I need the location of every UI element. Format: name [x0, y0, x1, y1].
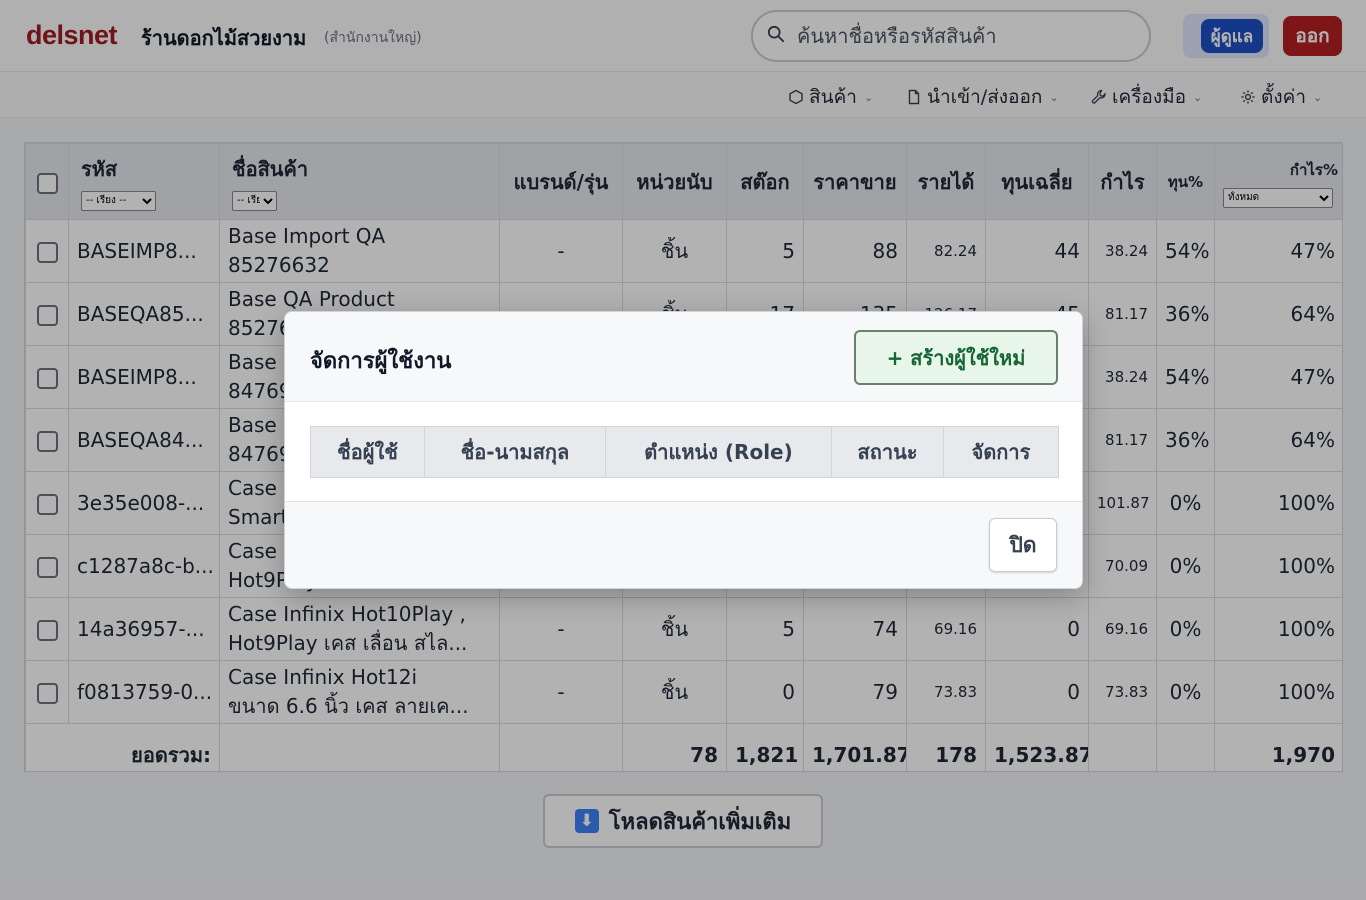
create-user-button[interactable]: + สร้างผู้ใช้ใหม่	[854, 330, 1058, 385]
users-header-row: ชื่อผู้ใช้ ชื่อ-นามสกุล ตำแหน่ง (Role) ส…	[310, 426, 1059, 478]
modal-header: จัดการผู้ใช้งาน + สร้างผู้ใช้ใหม่	[285, 312, 1082, 402]
close-button[interactable]: ปิด	[989, 518, 1057, 572]
modal-body: ชื่อผู้ใช้ ชื่อ-นามสกุล ตำแหน่ง (Role) ส…	[285, 402, 1082, 502]
users-table: ชื่อผู้ใช้ ชื่อ-นามสกุล ตำแหน่ง (Role) ส…	[310, 426, 1059, 478]
modal-footer: ปิด	[285, 502, 1082, 588]
modal-title: จัดการผู้ใช้งาน	[310, 349, 452, 374]
user-management-modal: จัดการผู้ใช้งาน + สร้างผู้ใช้ใหม่ ชื่อผู…	[284, 311, 1083, 589]
col-fullname: ชื่อ-นามสกุล	[424, 426, 606, 478]
col-status: สถานะ	[831, 426, 944, 478]
col-actions: จัดการ	[943, 426, 1059, 478]
col-role: ตำแหน่ง (Role)	[605, 426, 832, 478]
col-username: ชื่อผู้ใช้	[310, 426, 425, 478]
